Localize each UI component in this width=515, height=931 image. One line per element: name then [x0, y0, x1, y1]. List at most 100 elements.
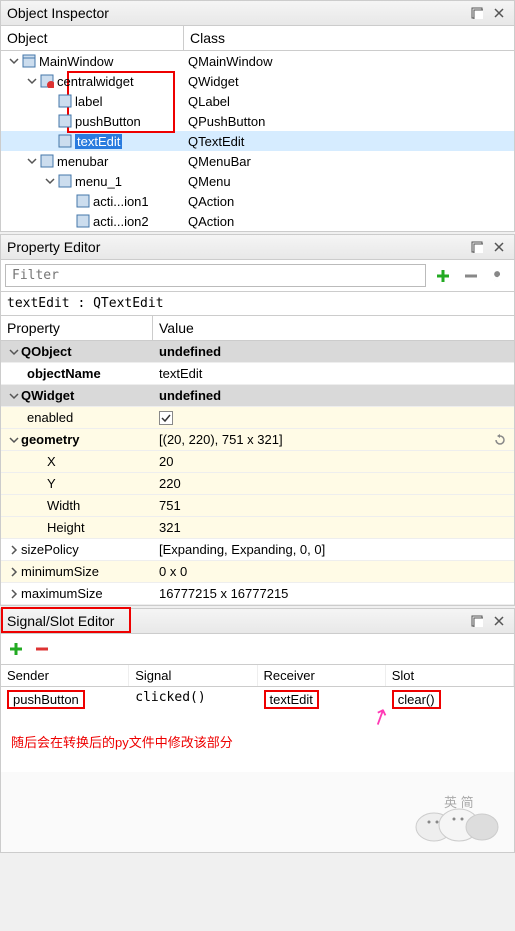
column-object[interactable]: Object: [1, 26, 184, 50]
column-signal[interactable]: Signal: [129, 665, 257, 686]
wrench-icon[interactable]: [488, 265, 510, 287]
expand-arrow-icon[interactable]: [7, 545, 21, 555]
property-row[interactable]: objectName textEdit: [1, 363, 514, 385]
property-value: undefined: [159, 344, 221, 359]
connection-row[interactable]: pushButton clicked() textEdit clear(): [1, 687, 514, 712]
column-value[interactable]: Value: [153, 316, 514, 340]
property-row[interactable]: Y 220: [1, 473, 514, 495]
property-group[interactable]: QObject undefined: [1, 341, 514, 363]
dock-icon[interactable]: [468, 238, 486, 256]
remove-connection-icon[interactable]: [31, 638, 53, 660]
expand-arrow-icon[interactable]: [7, 391, 21, 401]
column-receiver[interactable]: Receiver: [258, 665, 386, 686]
add-connection-icon[interactable]: [5, 638, 27, 660]
object-inspector-title: Object Inspector: [7, 5, 464, 21]
close-icon[interactable]: [490, 238, 508, 256]
expand-arrow-icon[interactable]: [7, 347, 21, 357]
filter-input[interactable]: [5, 264, 426, 287]
tree-row[interactable]: acti...ion1 QAction: [1, 191, 514, 211]
property-editor-title: Property Editor: [7, 239, 464, 255]
class-name-label: QMenu: [184, 174, 514, 189]
signal-slot-header: Signal/Slot Editor: [1, 609, 514, 634]
property-value-cell[interactable]: 751: [153, 498, 514, 513]
property-value-cell[interactable]: [153, 411, 514, 425]
widget-icon: [75, 193, 91, 209]
highlight-box-sender: pushButton: [7, 690, 85, 709]
column-slot[interactable]: Slot: [386, 665, 514, 686]
object-inspector-columns: Object Class: [1, 26, 514, 51]
expand-arrow-icon[interactable]: [25, 76, 39, 86]
close-icon[interactable]: [490, 4, 508, 22]
object-tree[interactable]: MainWindow QMainWindow centralwidget QWi…: [1, 51, 514, 231]
tree-row[interactable]: menu_1 QMenu: [1, 171, 514, 191]
property-value: 0 x 0: [159, 564, 187, 579]
column-class[interactable]: Class: [184, 26, 514, 50]
cell-slot[interactable]: clear(): [386, 687, 514, 712]
property-name: Height: [1, 520, 153, 535]
property-value-cell[interactable]: [(20, 220), 751 x 321]: [153, 432, 514, 448]
tree-row[interactable]: pushButton QPushButton: [1, 111, 514, 131]
object-inspector-header: Object Inspector: [1, 1, 514, 26]
property-value-cell[interactable]: 16777215 x 16777215: [153, 586, 514, 601]
property-value: 321: [159, 520, 181, 535]
expand-arrow-icon[interactable]: [7, 56, 21, 66]
property-value: undefined: [159, 388, 221, 403]
cell-sender[interactable]: pushButton: [1, 687, 129, 712]
property-value-cell[interactable]: 321: [153, 520, 514, 535]
property-value-cell[interactable]: undefined: [153, 388, 514, 403]
property-row[interactable]: enabled: [1, 407, 514, 429]
tree-row[interactable]: centralwidget QWidget: [1, 71, 514, 91]
property-name: QObject: [1, 344, 153, 359]
annotation-text: ↗ 随后会在转换后的py文件中修改该部分: [1, 712, 514, 772]
property-value-cell[interactable]: textEdit: [153, 366, 514, 381]
property-value-cell[interactable]: [Expanding, Expanding, 0, 0]: [153, 542, 514, 557]
object-name-label: MainWindow: [39, 54, 113, 69]
property-row[interactable]: sizePolicy [Expanding, Expanding, 0, 0]: [1, 539, 514, 561]
property-table[interactable]: QObject undefinedobjectName textEditQWid…: [1, 341, 514, 605]
property-row[interactable]: Height 321: [1, 517, 514, 539]
property-name: minimumSize: [1, 564, 153, 579]
filter-bar: [1, 260, 514, 292]
dock-icon[interactable]: [468, 612, 486, 630]
class-name-label: QAction: [184, 194, 514, 209]
expand-arrow-icon[interactable]: [7, 435, 21, 445]
tree-row[interactable]: acti...ion2 QAction: [1, 211, 514, 231]
remove-property-icon[interactable]: [460, 265, 482, 287]
widget-icon: [57, 93, 73, 109]
widget-icon: [39, 73, 55, 89]
property-editor-panel: Property Editor textEdit : QTextEdit Pro…: [0, 234, 515, 606]
object-name-label: acti...ion1: [93, 194, 149, 209]
tree-row[interactable]: label QLabel: [1, 91, 514, 111]
expand-arrow-icon[interactable]: [7, 589, 21, 599]
expand-arrow-icon[interactable]: [7, 567, 21, 577]
class-name-label: QMenuBar: [184, 154, 514, 169]
reset-icon[interactable]: [492, 432, 508, 448]
checkbox[interactable]: [159, 411, 173, 425]
property-value-cell[interactable]: 0 x 0: [153, 564, 514, 579]
property-value-cell[interactable]: 220: [153, 476, 514, 491]
expand-arrow-icon[interactable]: [43, 176, 57, 186]
property-name: Width: [1, 498, 153, 513]
property-row[interactable]: Width 751: [1, 495, 514, 517]
expand-arrow-icon[interactable]: [25, 156, 39, 166]
column-property[interactable]: Property: [1, 316, 153, 340]
property-value-cell[interactable]: undefined: [153, 344, 514, 359]
property-row[interactable]: maximumSize 16777215 x 16777215: [1, 583, 514, 605]
property-row[interactable]: geometry [(20, 220), 751 x 321]: [1, 429, 514, 451]
dock-icon[interactable]: [468, 4, 486, 22]
tree-row[interactable]: MainWindow QMainWindow: [1, 51, 514, 71]
widget-icon: [39, 153, 55, 169]
tree-row[interactable]: textEdit QTextEdit: [1, 131, 514, 151]
property-row[interactable]: X 20: [1, 451, 514, 473]
signal-slot-title: Signal/Slot Editor: [7, 613, 464, 629]
property-value-cell[interactable]: 20: [153, 454, 514, 469]
object-name-label: menu_1: [75, 174, 122, 189]
cell-signal[interactable]: clicked(): [129, 687, 257, 712]
property-group[interactable]: QWidget undefined: [1, 385, 514, 407]
column-sender[interactable]: Sender: [1, 665, 129, 686]
add-property-icon[interactable]: [432, 265, 454, 287]
property-row[interactable]: minimumSize 0 x 0: [1, 561, 514, 583]
tree-row[interactable]: menubar QMenuBar: [1, 151, 514, 171]
close-icon[interactable]: [490, 612, 508, 630]
object-name-label: pushButton: [75, 114, 141, 129]
